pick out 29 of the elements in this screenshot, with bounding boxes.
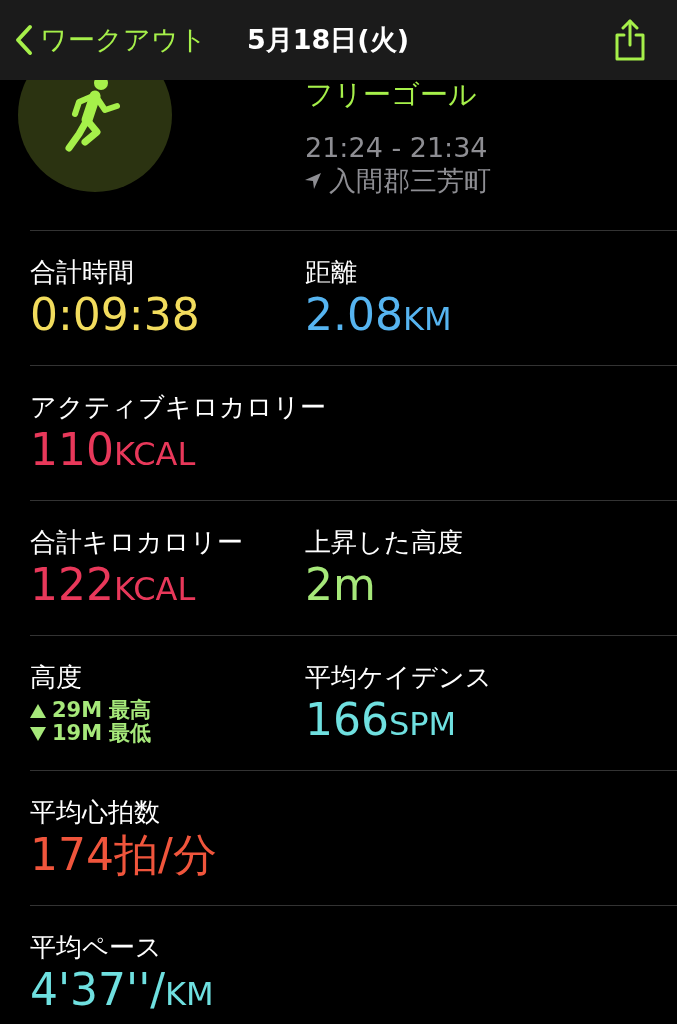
back-chevron-icon bbox=[14, 24, 34, 56]
workout-time: 21:24 - 21:34 bbox=[305, 132, 489, 163]
metric-value: 110KCAL bbox=[30, 425, 196, 476]
metric-label: 平均心拍数 bbox=[30, 796, 160, 829]
altitude-reading: 29M 最高 bbox=[52, 699, 152, 723]
metric-label: 高度 bbox=[30, 661, 82, 694]
metric-label: 合計時間 bbox=[30, 256, 134, 289]
metric-label: 平均ケイデンス bbox=[305, 661, 492, 694]
workout-location: 入間郡三芳町 bbox=[329, 164, 491, 198]
metric-value: 0:09:38 bbox=[30, 290, 200, 341]
metric-label: 距離 bbox=[305, 256, 357, 289]
down-triangle-icon bbox=[30, 726, 46, 741]
metric-value: 174拍/分 bbox=[30, 830, 217, 881]
metric-value: 2m bbox=[305, 560, 376, 611]
metric-value: 2.08KM bbox=[305, 290, 452, 341]
metric-label: 合計キロカロリー bbox=[30, 526, 243, 559]
metric-value: 166SPM bbox=[305, 695, 457, 746]
metric-value: 4'37''/KM bbox=[30, 965, 214, 1016]
metric-value: 122 KCAL bbox=[30, 560, 196, 611]
metric-label: アクティブキロカロリー bbox=[30, 391, 326, 424]
location-arrow-icon bbox=[305, 173, 321, 189]
metric-label: 上昇した高度 bbox=[305, 526, 463, 559]
altitude-reading: 19M 最低 bbox=[52, 722, 152, 746]
back-button[interactable]: ワークアウト bbox=[14, 22, 207, 58]
share-icon[interactable] bbox=[613, 19, 647, 61]
metric-label: 平均ペース bbox=[30, 931, 162, 964]
up-triangle-icon bbox=[30, 703, 46, 718]
workout-goal: フリーゴール bbox=[305, 80, 478, 113]
nav-title: 5月18日(火) bbox=[247, 23, 411, 57]
